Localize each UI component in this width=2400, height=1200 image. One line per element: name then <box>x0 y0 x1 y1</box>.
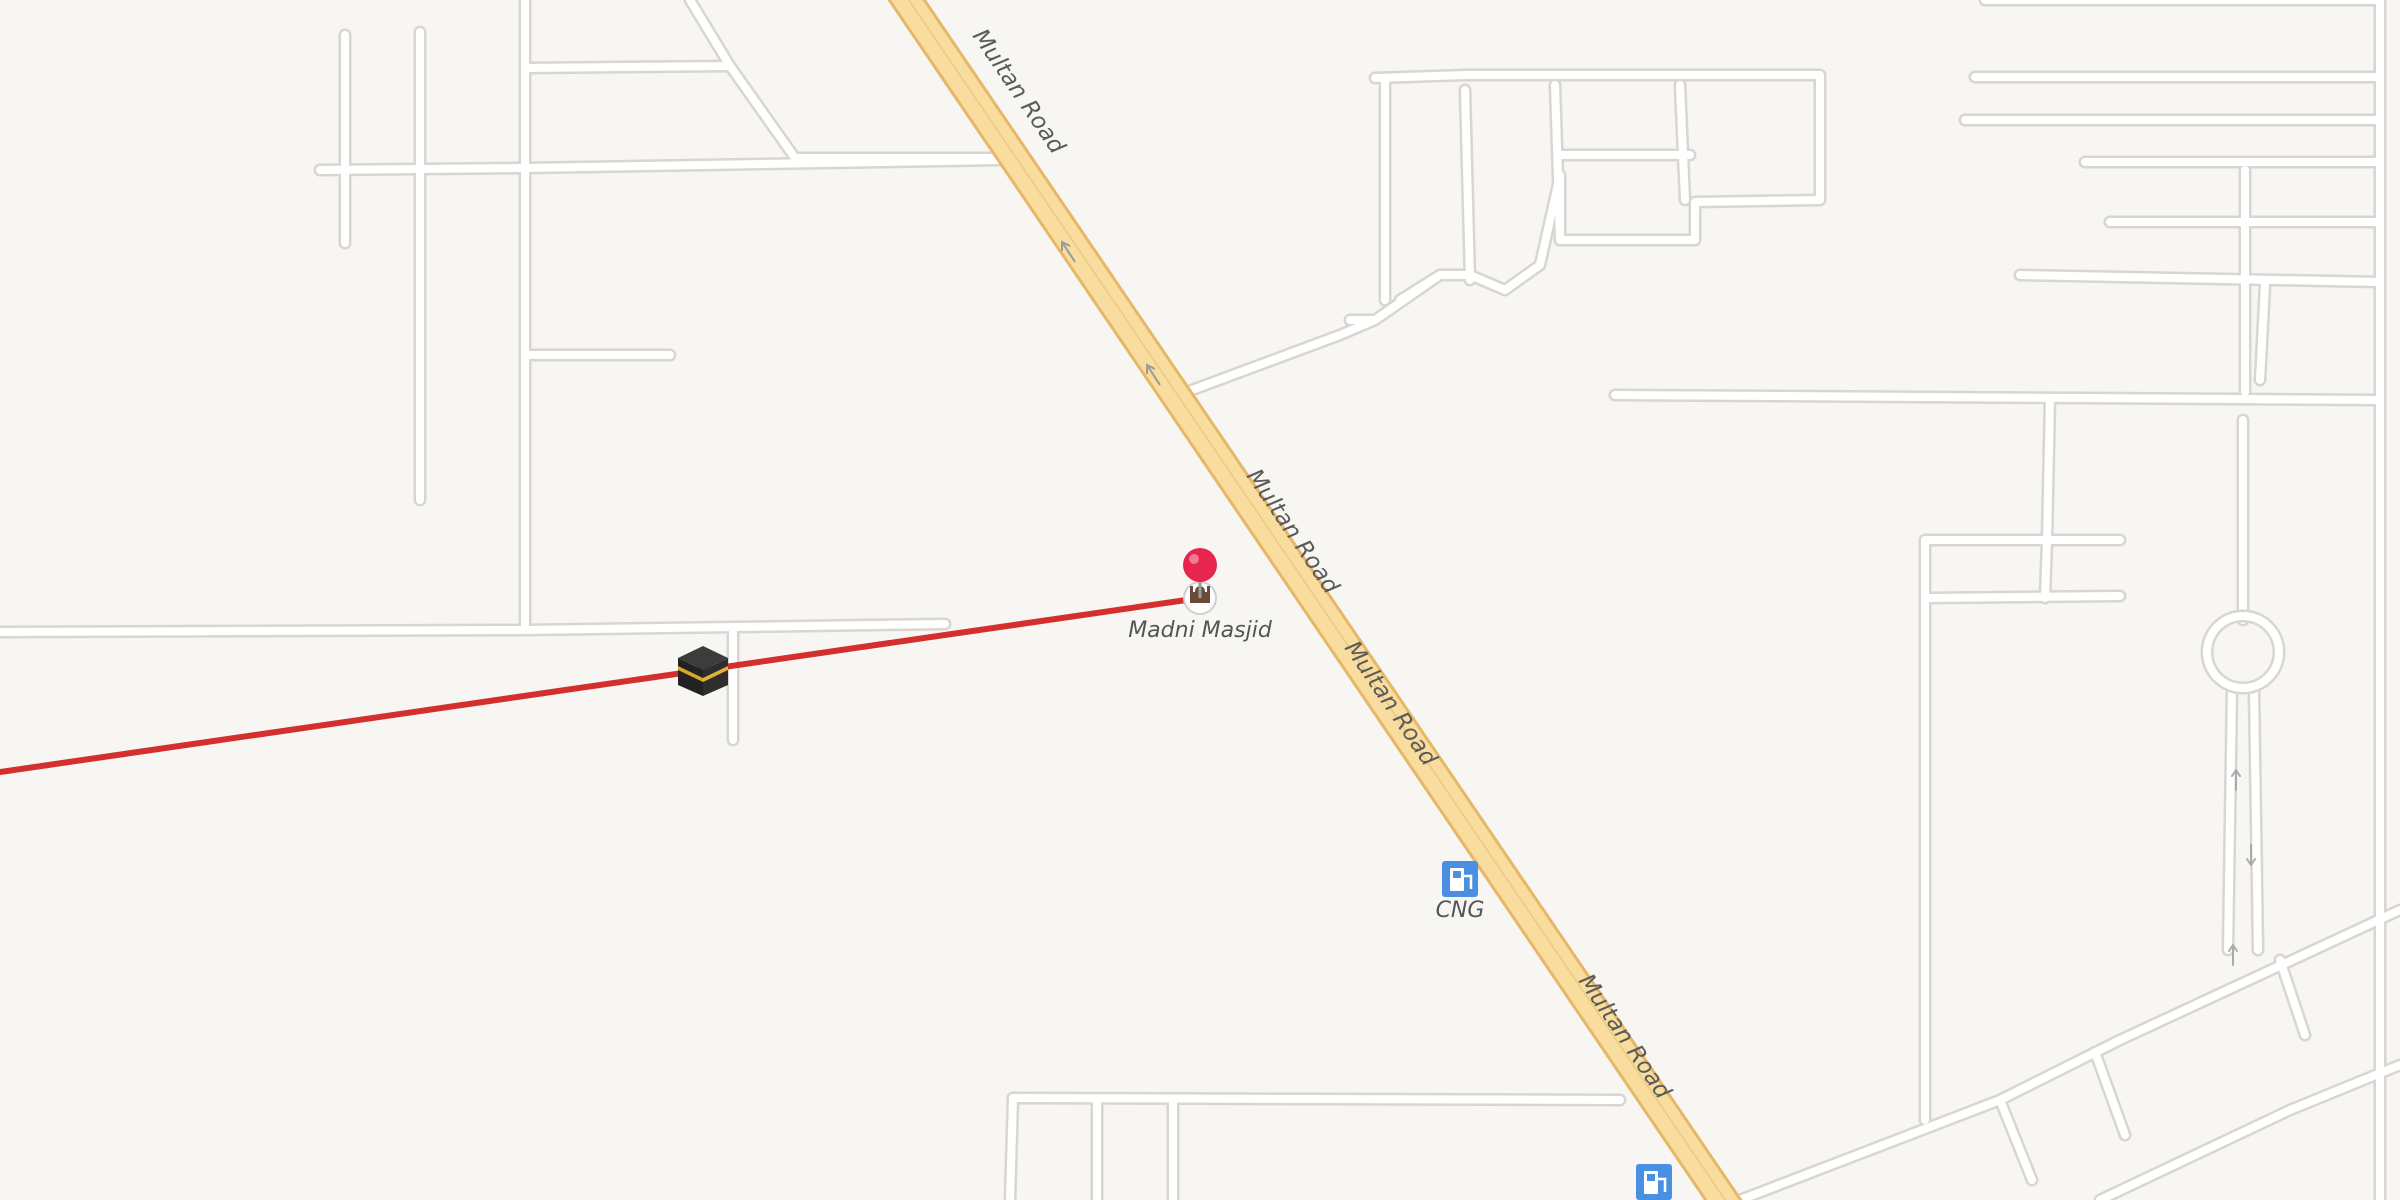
poi-fuel-station[interactable] <box>1636 1164 1672 1200</box>
fuel-station-icon <box>1636 1164 1672 1200</box>
map-canvas[interactable]: Multan Road Multan Road Multan Road Mult… <box>0 0 2400 1200</box>
fuel-station-icon <box>1442 861 1478 897</box>
poi-label-cng: CNG <box>1436 898 1485 923</box>
poi-cng[interactable]: CNG <box>1436 861 1485 923</box>
poi-label-madni-masjid: Madni Masjid <box>1128 618 1273 643</box>
